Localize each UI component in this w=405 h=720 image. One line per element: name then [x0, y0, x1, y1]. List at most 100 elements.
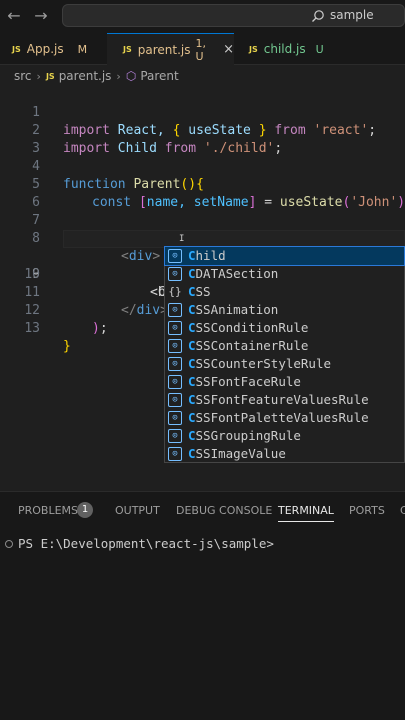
match-text: C [188, 284, 196, 299]
symbol-variable-icon: ⊙ [168, 357, 182, 371]
bracket: ) [92, 321, 100, 336]
tab-git-status: U [315, 42, 324, 56]
braces-icon: {} [168, 285, 182, 298]
suggestion-label: DATASection [195, 266, 279, 281]
code-line: 3 [0, 122, 405, 156]
symbol-variable-icon: ⊙ [168, 375, 182, 389]
command-center-search[interactable]: sample [62, 4, 405, 27]
autocomplete-suggestions: ⊙ Child ⊙ CDATASection {} CSS ⊙ CSSAnima… [164, 246, 405, 463]
symbol-variable-icon: ⊙ [168, 249, 182, 263]
js-file-icon: JS [249, 44, 258, 54]
js-file-icon: JS [45, 71, 55, 81]
symbol-method-icon: ⬡ [125, 69, 137, 83]
breadcrumb-file[interactable]: parent.js [59, 69, 112, 83]
suggestion-item[interactable]: ⊙ CSSConditionRule [165, 319, 404, 337]
breadcrumb: src › JS parent.js › ⬡ Parent [0, 66, 405, 86]
suggestion-item[interactable]: ⊙ CSSFontFaceRule [165, 373, 404, 391]
suggestion-item[interactable]: ⊙ CSSImageValue [165, 445, 404, 463]
suggestion-label: SSConditionRule [195, 320, 309, 335]
suggestion-item[interactable]: ⊙ CSSFontPaletteValuesRule [165, 409, 404, 427]
tab-git-status: 1, U [195, 36, 206, 63]
tab-debug-console[interactable]: DEBUG CONSOLE [176, 504, 272, 517]
suggestion-item[interactable]: ⊙ CSSCounterStyleRule [165, 355, 404, 373]
terminal-prompt: PS E:\Development\react-js\sample> [18, 536, 274, 551]
match-text: C [188, 338, 196, 353]
suggestion-label: SSGroupingRule [195, 428, 301, 443]
suggestion-item[interactable]: ⊙ CSSAnimation [165, 301, 404, 319]
suggestion-label: SSFontPaletteValuesRule [195, 410, 369, 425]
suggestion-label: SSFontFeatureValuesRule [195, 392, 369, 407]
tab-problems[interactable]: PROBLEMS [18, 504, 78, 517]
code-line: 2 import Child from './child'; [0, 104, 405, 156]
match-text: C [188, 356, 196, 371]
suggestion-label: SSAnimation [195, 302, 279, 317]
match-text: C [188, 266, 196, 281]
suggestion-item[interactable]: ⊙ CSSFontFeatureValuesRule [165, 391, 404, 409]
tab-label: parent.js [137, 42, 191, 57]
code-line: 6 [0, 176, 405, 210]
suggestion-label: SSCounterStyleRule [195, 356, 331, 371]
match-text: C [188, 248, 196, 263]
chevron-right-icon: › [36, 69, 41, 83]
problems-count-badge: 1 [77, 502, 93, 518]
circle-outline-icon [5, 539, 13, 548]
chevron-right-icon: › [116, 69, 121, 83]
tab-terminal[interactable]: TERMINAL [278, 504, 334, 522]
bracket: } [63, 339, 71, 354]
match-text: C [188, 320, 196, 335]
tab-label: child.js [263, 42, 306, 56]
match-text: C [188, 446, 196, 461]
code-line: 4 function Parent(){ [0, 140, 405, 192]
symbol-variable-icon: ⊙ [168, 339, 182, 353]
search-icon [312, 10, 324, 22]
suggestion-item[interactable]: ⊙ CDATASection [165, 265, 404, 283]
symbol-variable-icon: ⊙ [168, 321, 182, 335]
suggestion-item[interactable]: ⊙ CSSContainerRule [165, 337, 404, 355]
match-text: C [188, 374, 196, 389]
tab-child-js[interactable]: JS child.js U [235, 33, 345, 65]
match-text: C [188, 428, 196, 443]
tab-parent-js[interactable]: JS parent.js 1, U × [107, 33, 234, 65]
terminal-prompt-line[interactable]: PS E:\Development\react-js\sample> [0, 536, 405, 551]
code-line: 1 import React, { useState } from 'react… [0, 86, 405, 138]
tab-app-js[interactable]: JS App.js M [0, 33, 106, 65]
close-icon[interactable]: × [223, 42, 234, 57]
suggestion-label: SSImageValue [195, 446, 286, 461]
code-line: 5 const [name, setName] = useState('John… [0, 158, 405, 210]
breadcrumb-folder[interactable]: src [14, 69, 32, 83]
tab-more[interactable]: C [400, 504, 405, 517]
suggestion-label: hild [195, 248, 226, 263]
punctuation: ; [99, 321, 108, 336]
code-line: 8 <div> [0, 212, 405, 264]
forward-arrow-icon[interactable]: → [31, 6, 51, 26]
symbol-variable-icon: ⊙ [168, 411, 182, 425]
suggestion-label: SS [195, 284, 211, 299]
suggestion-item[interactable]: ⊙ CSSGroupingRule [165, 427, 404, 445]
symbol-variable-icon: ⊙ [168, 267, 182, 281]
line-number: 13 [24, 321, 40, 336]
tab-label: App.js [26, 42, 64, 56]
match-text: C [188, 410, 196, 425]
tab-ports[interactable]: PORTS [349, 504, 385, 517]
symbol-variable-icon: ⊙ [168, 393, 182, 407]
tab-git-status: M [77, 42, 88, 56]
js-file-icon: JS [12, 44, 21, 54]
match-text: C [188, 302, 196, 317]
breadcrumb-symbol[interactable]: Parent [140, 69, 178, 83]
tab-output[interactable]: OUTPUT [115, 504, 160, 517]
symbol-variable-icon: ⊙ [168, 447, 182, 461]
search-text: sample [330, 8, 374, 22]
bottom-panel: PROBLEMS 1 OUTPUT DEBUG CONSOLE TERMINAL… [0, 491, 405, 720]
title-bar: ← → sample [0, 0, 405, 33]
symbol-variable-icon: ⊙ [168, 303, 182, 317]
suggestion-label: SSFontFaceRule [195, 374, 301, 389]
panel-tabs: PROBLEMS 1 OUTPUT DEBUG CONSOLE TERMINAL… [0, 492, 405, 530]
suggestion-item[interactable]: ⊙ Child [164, 246, 405, 266]
code-line: 7 return ( [0, 194, 405, 246]
js-file-icon: JS [123, 45, 132, 54]
suggestion-label: SSContainerRule [195, 338, 309, 353]
editor-tabs: JS App.js M JS parent.js 1, U × JS child… [0, 33, 405, 65]
match-text: C [188, 392, 196, 407]
back-arrow-icon[interactable]: ← [4, 6, 24, 26]
suggestion-item[interactable]: {} CSS [165, 283, 404, 301]
